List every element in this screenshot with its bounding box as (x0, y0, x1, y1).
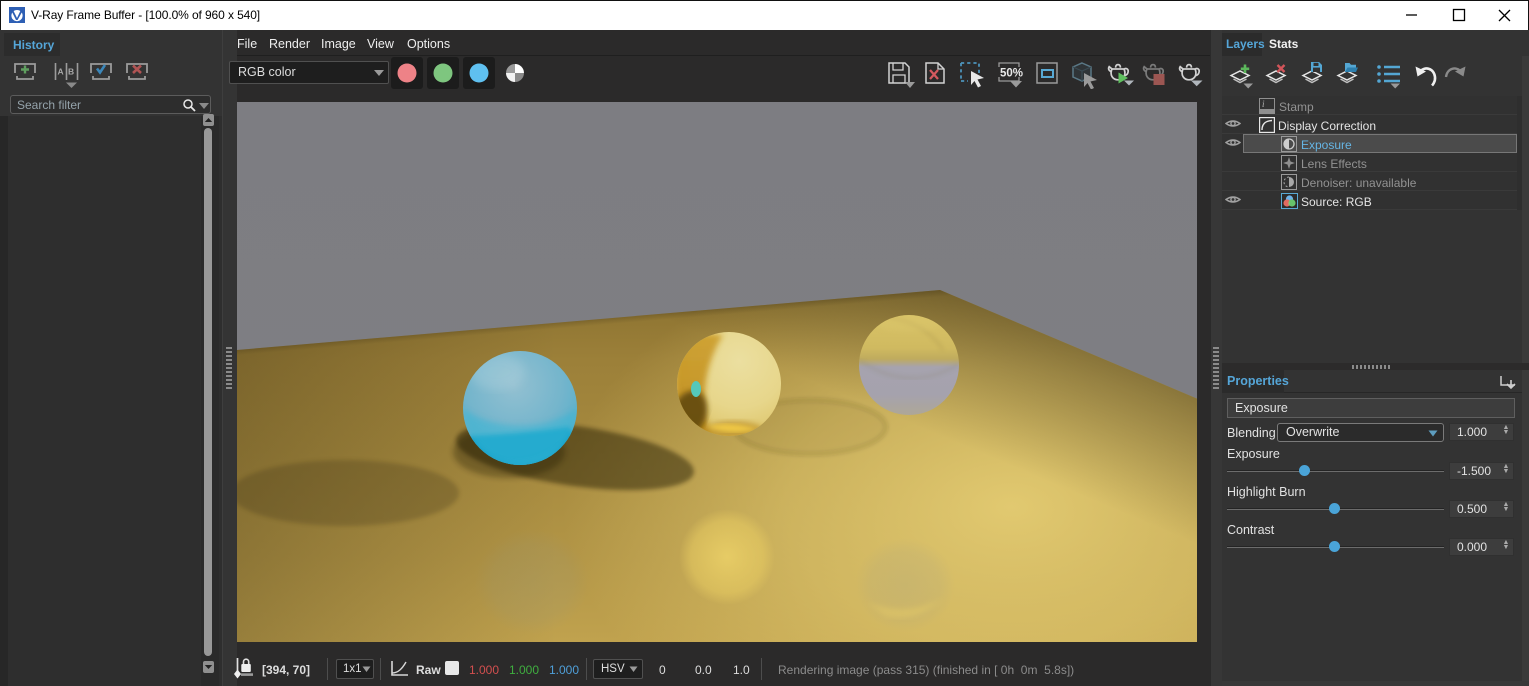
svg-text:A: A (58, 67, 64, 77)
svg-text:i: i (1262, 99, 1265, 109)
svg-text:50%: 50% (1000, 68, 1023, 80)
svg-text:B: B (68, 67, 74, 77)
